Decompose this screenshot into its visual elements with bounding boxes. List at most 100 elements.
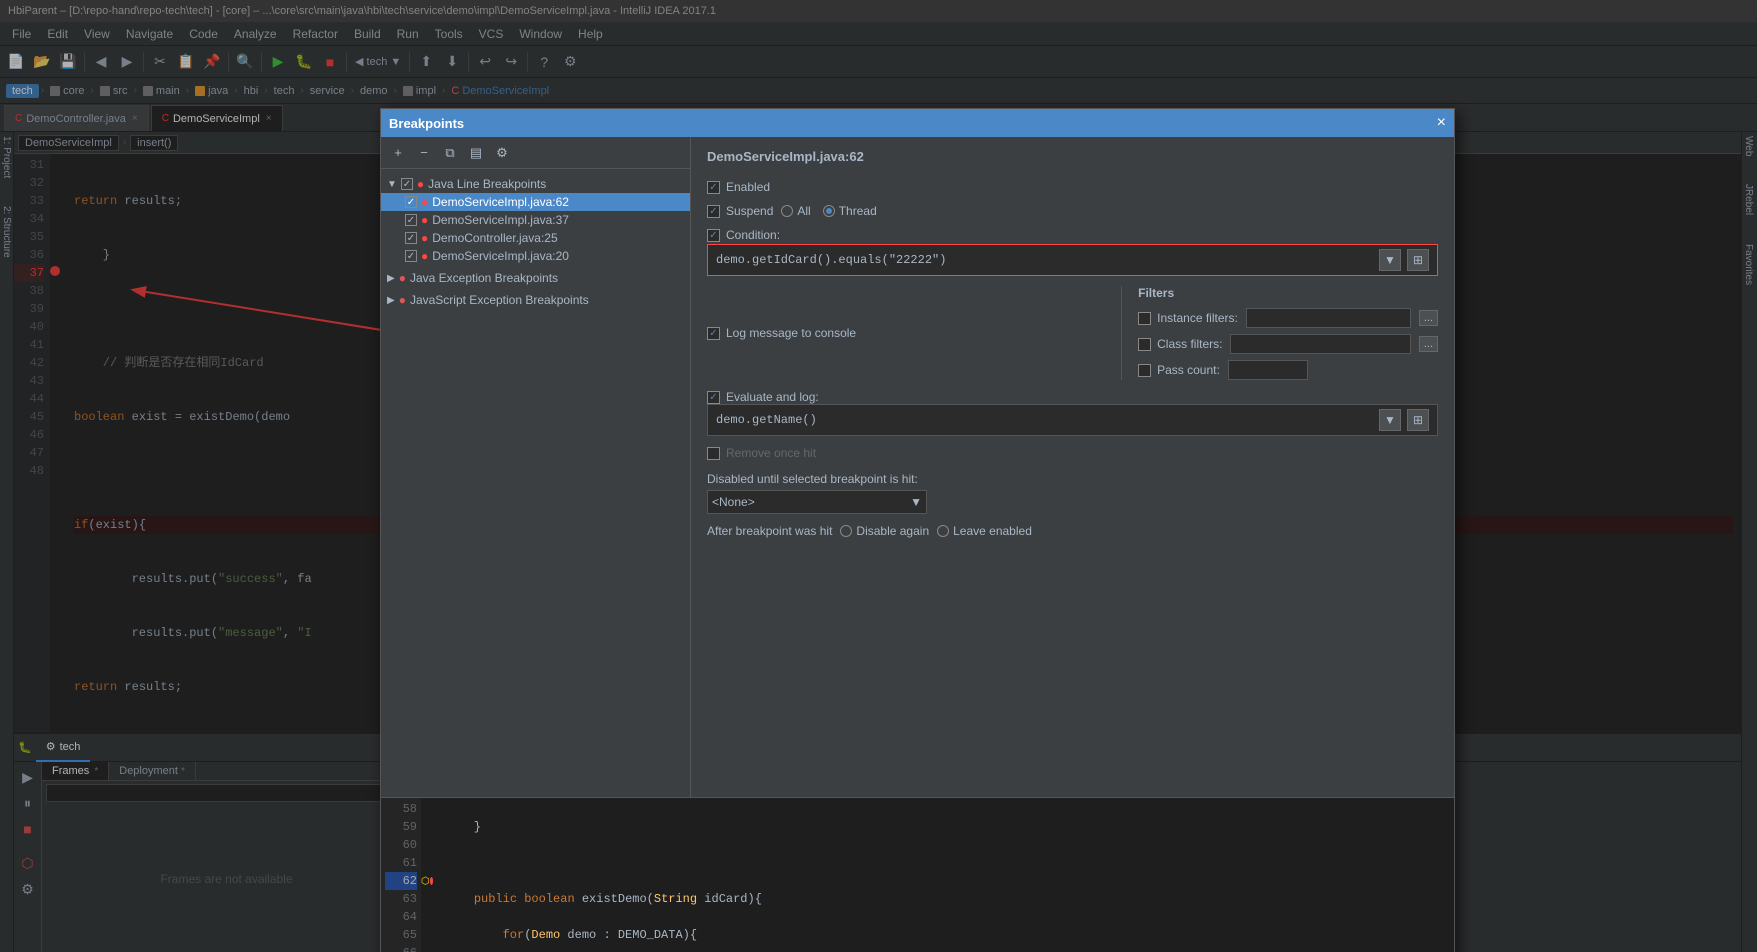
expand-icon-java-exception: ▶: [387, 273, 395, 284]
bp-label-37: DemoServiceImpl.java:37: [432, 213, 569, 227]
class-filter-label[interactable]: Class filters:: [1138, 337, 1222, 351]
enabled-checkbox[interactable]: [707, 181, 720, 194]
modal-overlay: Breakpoints × + − ⧉ ▤ ⚙ ▼: [0, 0, 1757, 952]
disable-again-option[interactable]: Disable again: [840, 524, 929, 538]
instance-filter-input[interactable]: [1246, 308, 1411, 328]
suspend-row: Suspend All Thread: [707, 204, 1438, 218]
evaluate-input-box: ▼ ⊞: [707, 404, 1438, 436]
condition-history-btn[interactable]: ▼: [1379, 249, 1401, 271]
breakpoints-tree-panel: + − ⧉ ▤ ⚙ ▼ ✓ ● Java Line Breakpoints: [381, 137, 691, 797]
bp-check-20[interactable]: ✓: [405, 250, 417, 262]
bp-remove-btn[interactable]: −: [413, 142, 435, 164]
condition-input-box: ▼ ⊞: [707, 244, 1438, 276]
expand-icon-js-exception: ▶: [387, 295, 395, 306]
bp-section-header-java-exception[interactable]: ▶ ● Java Exception Breakpoints: [381, 269, 690, 287]
instance-filter-checkbox[interactable]: [1138, 312, 1151, 325]
class-filter-input[interactable]: [1230, 334, 1410, 354]
instance-filter-dots[interactable]: ...: [1419, 310, 1438, 326]
disable-again-radio[interactable]: [840, 525, 852, 537]
leave-enabled-radio[interactable]: [937, 525, 949, 537]
dialog-body: + − ⧉ ▤ ⚙ ▼ ✓ ● Java Line Breakpoints: [381, 137, 1454, 797]
condition-row: Condition:: [707, 228, 1438, 242]
pass-count-input[interactable]: [1228, 360, 1308, 380]
filters-section: Filters Instance filters: ...: [1121, 286, 1438, 380]
disabled-until-section: Disabled until selected breakpoint is hi…: [707, 472, 1438, 514]
bp-check-62[interactable]: ✓: [405, 196, 417, 208]
cv-code[interactable]: } public boolean existDemo(String idCard…: [437, 798, 1454, 952]
expand-icon-java-line: ▼: [387, 179, 397, 190]
suspend-all-option[interactable]: All: [781, 204, 810, 218]
bp-label-20: DemoServiceImpl.java:20: [432, 249, 569, 263]
bp-orange-dot-exception: ●: [399, 271, 406, 285]
bp-item-controller25[interactable]: ✓ ● DemoController.java:25: [381, 229, 690, 247]
condition-expand-btn[interactable]: ⊞: [1407, 249, 1429, 271]
dialog-close-button[interactable]: ×: [1437, 114, 1446, 132]
evaluate-input[interactable]: [716, 413, 1373, 427]
pass-count-label[interactable]: Pass count:: [1138, 363, 1220, 377]
bp-section-java-line: ▼ ✓ ● Java Line Breakpoints ✓ ● DemoServ…: [381, 173, 690, 267]
disabled-until-label: Disabled until selected breakpoint is hi…: [707, 472, 1438, 486]
log-message-row: Log message to console Filters Instance …: [707, 286, 1438, 380]
class-filter-dots[interactable]: ...: [1419, 336, 1438, 352]
dropdown-arrow: ▼: [910, 495, 922, 509]
leave-enabled-option[interactable]: Leave enabled: [937, 524, 1032, 538]
evaluate-history-btn[interactable]: ▼: [1379, 409, 1401, 431]
condition-check-label[interactable]: Condition:: [707, 228, 780, 242]
pass-count-checkbox[interactable]: [1138, 364, 1151, 377]
instance-filter-label[interactable]: Instance filters:: [1138, 311, 1238, 325]
bp-section-java-exception: ▶ ● Java Exception Breakpoints: [381, 267, 690, 289]
enabled-row: Enabled: [707, 180, 1438, 194]
evaluate-check-label[interactable]: Evaluate and log:: [707, 390, 819, 404]
bp-tree: ▼ ✓ ● Java Line Breakpoints ✓ ● DemoServ…: [381, 169, 690, 797]
after-hit-label: After breakpoint was hit: [707, 524, 832, 538]
bp-section-header-java-line[interactable]: ▼ ✓ ● Java Line Breakpoints: [381, 175, 690, 193]
bp-label-62: DemoServiceImpl.java:62: [432, 195, 569, 209]
bp-section-header-js-exception[interactable]: ▶ ● JavaScript Exception Breakpoints: [381, 291, 690, 309]
bp-dot-37: ●: [421, 213, 428, 227]
class-filter-checkbox[interactable]: [1138, 338, 1151, 351]
suspend-all-radio[interactable]: [781, 205, 793, 217]
bp-dot-20: ●: [421, 249, 428, 263]
class-filter-row: Class filters: ...: [1138, 334, 1438, 354]
bp-item-62[interactable]: ✓ ● DemoServiceImpl.java:62: [381, 193, 690, 211]
bp-check-37[interactable]: ✓: [405, 214, 417, 226]
bp-config-btn[interactable]: ⚙: [491, 142, 513, 164]
evaluate-checkbox[interactable]: [707, 391, 720, 404]
log-message-check-label[interactable]: Log message to console: [707, 326, 856, 340]
suspend-radio-group: All Thread: [781, 204, 876, 218]
condition-checkbox[interactable]: [707, 229, 720, 242]
cv-gutter: ⬡: [421, 798, 437, 952]
bp-location-text: DemoServiceImpl.java:62: [707, 149, 1438, 164]
evaluate-expand-btn[interactable]: ⊞: [1407, 409, 1429, 431]
suspend-thread-option[interactable]: Thread: [823, 204, 877, 218]
bp-toolbar: + − ⧉ ▤ ⚙: [381, 137, 690, 169]
evaluate-row: Evaluate and log:: [707, 390, 1438, 404]
pass-count-row: Pass count:: [1138, 360, 1438, 380]
cv-line-numbers: 58596061 62 63646566 67686970 7172: [381, 798, 421, 952]
bp-item-20[interactable]: ✓ ● DemoServiceImpl.java:20: [381, 247, 690, 265]
enabled-check-label[interactable]: Enabled: [707, 180, 770, 194]
bp-copy-btn[interactable]: ⧉: [439, 142, 461, 164]
remove-once-checkbox[interactable]: [707, 447, 720, 460]
log-message-checkbox[interactable]: [707, 327, 720, 340]
suspend-check-label[interactable]: Suspend: [707, 204, 773, 218]
bp-section-check-java-line[interactable]: ✓: [401, 178, 413, 190]
bp-section-js-exception: ▶ ● JavaScript Exception Breakpoints: [381, 289, 690, 311]
bp-add-btn[interactable]: +: [387, 142, 409, 164]
bp-dot-controller25: ●: [421, 231, 428, 245]
cv-content: 58596061 62 63646566 67686970 7172 ⬡: [381, 798, 1454, 952]
filters-title: Filters: [1138, 286, 1438, 300]
bp-item-37[interactable]: ✓ ● DemoServiceImpl.java:37: [381, 211, 690, 229]
suspend-checkbox[interactable]: [707, 205, 720, 218]
bp-check-controller25[interactable]: ✓: [405, 232, 417, 244]
bp-section-label-java-line: Java Line Breakpoints: [428, 177, 546, 191]
suspend-thread-radio[interactable]: [823, 205, 835, 217]
disabled-until-dropdown[interactable]: <None> ▼: [707, 490, 927, 514]
bp-group-btn[interactable]: ▤: [465, 142, 487, 164]
condition-input[interactable]: [716, 253, 1373, 267]
remove-once-label[interactable]: Remove once hit: [707, 446, 816, 460]
breakpoints-right-panel: DemoServiceImpl.java:62 Enabled Suspend: [691, 137, 1454, 797]
code-viewer: 58596061 62 63646566 67686970 7172 ⬡: [381, 797, 1454, 952]
bp-section-label-js-exception: JavaScript Exception Breakpoints: [410, 293, 589, 307]
after-hit-row: After breakpoint was hit Disable again L…: [707, 524, 1438, 538]
